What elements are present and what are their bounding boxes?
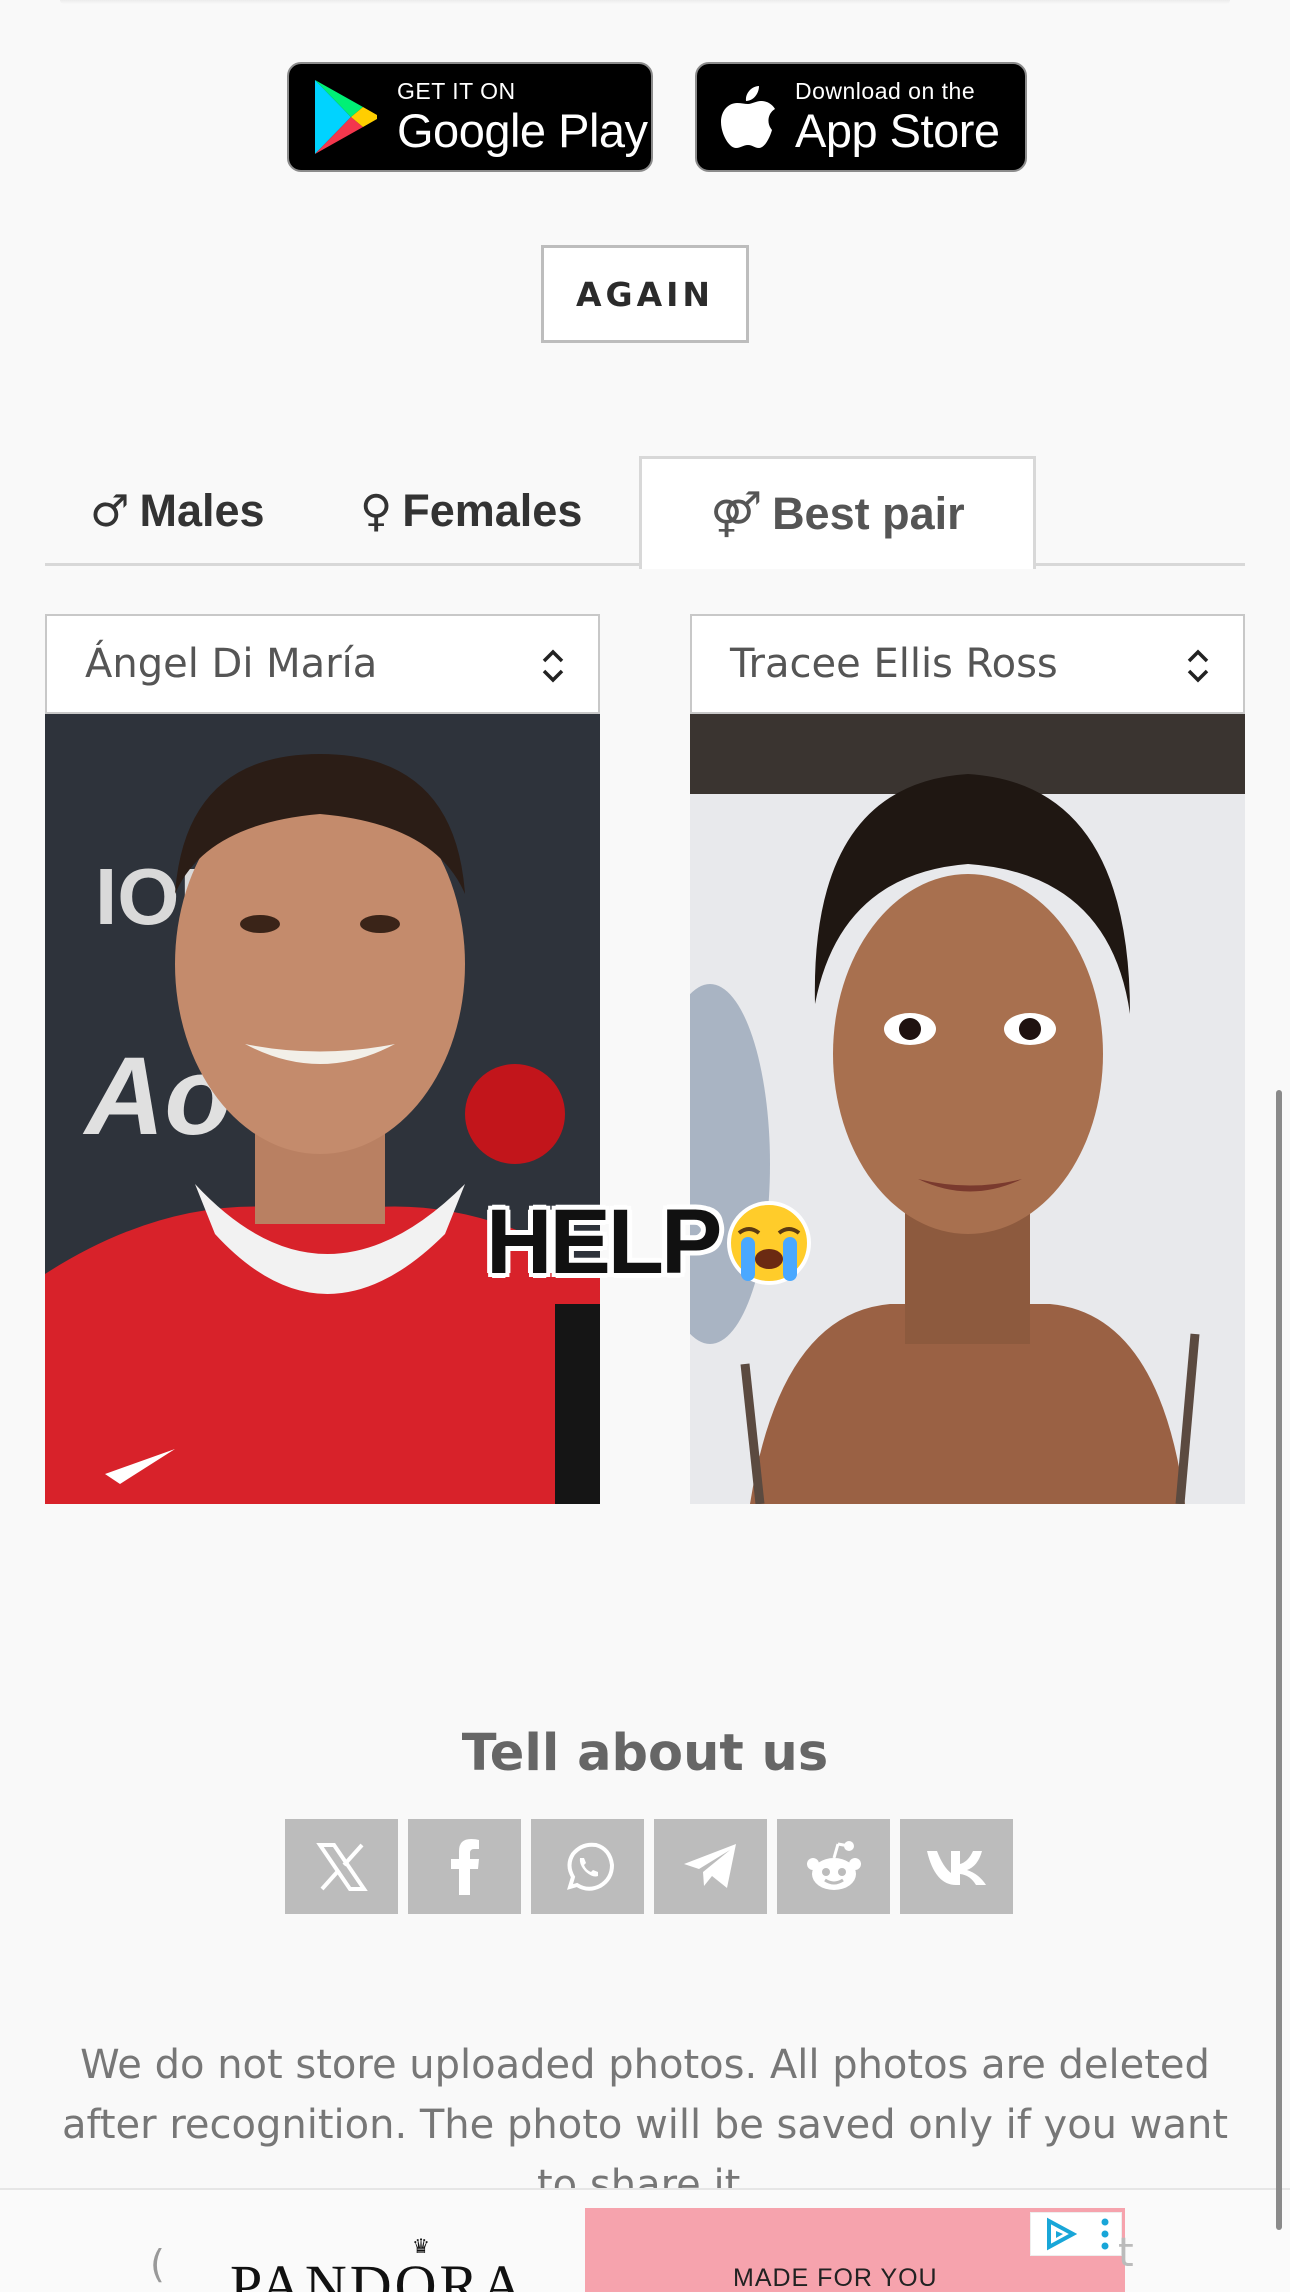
top-card-shadow — [60, 0, 1230, 4]
male-celebrity-select-value: Ángel Di María — [85, 641, 378, 687]
tab-best-pair[interactable]: ⚤ Best pair — [639, 456, 1036, 569]
share-reddit-button[interactable] — [777, 1819, 890, 1914]
telegram-icon — [683, 1843, 736, 1888]
facebook-icon — [450, 1838, 479, 1895]
tab-best-pair-label: Best pair — [772, 488, 965, 539]
male-female-icon: ⚤ — [710, 488, 763, 540]
apple-icon — [721, 86, 775, 148]
gender-tabs: ♂ Males ♀ Females ⚤ Best pair — [45, 456, 1245, 569]
help-sticker: HELP — [486, 1190, 813, 1295]
ad-banner[interactable]: ( ♛ PANDORA MADE FOR YOU t — [0, 2188, 1290, 2292]
loudly-crying-face-icon — [727, 1200, 812, 1285]
share-facebook-button[interactable] — [408, 1819, 521, 1914]
google-play-big-text: Google Play — [397, 104, 648, 157]
female-celebrity-select[interactable]: Tracee Ellis Ross — [690, 614, 1245, 714]
google-play-button[interactable]: GET IT ON Google Play — [287, 62, 653, 172]
male-icon: ♂ — [90, 485, 130, 537]
ad-trailing-text: t — [1118, 2230, 1134, 2276]
select-arrows-icon — [542, 649, 564, 683]
ad-tagline: MADE FOR YOU — [733, 2264, 938, 2292]
ad-paren: ( — [150, 2242, 165, 2286]
ad-brand: PANDORA — [230, 2253, 527, 2292]
reddit-icon — [806, 1840, 861, 1890]
share-x-button[interactable] — [285, 1819, 398, 1914]
help-sticker-text: HELP — [486, 1191, 722, 1293]
adchoices-button[interactable] — [1030, 2212, 1122, 2256]
app-store-big-text: App Store — [795, 104, 1000, 157]
app-store-small-text: Download on the — [795, 78, 976, 104]
adchoices-icon — [1046, 2217, 1077, 2251]
scrollbar[interactable] — [1276, 1090, 1282, 2230]
female-celebrity-select-value: Tracee Ellis Ross — [730, 641, 1058, 687]
app-store-button[interactable]: Download on the App Store — [695, 62, 1027, 172]
again-button[interactable]: AGAIN — [541, 245, 749, 343]
share-buttons — [285, 1819, 1013, 1914]
select-arrows-icon — [1187, 649, 1209, 683]
google-play-small-text: GET IT ON — [397, 78, 516, 104]
male-celebrity-photo: ION Ao — [45, 714, 600, 1504]
google-play-icon — [315, 80, 377, 154]
male-celebrity-select[interactable]: Ángel Di María — [45, 614, 600, 714]
female-icon: ♀ — [360, 485, 393, 537]
vk-icon — [926, 1850, 986, 1885]
x-icon — [315, 1842, 368, 1891]
tab-females[interactable]: ♀ Females — [360, 456, 582, 566]
share-whatsapp-button[interactable] — [531, 1819, 644, 1914]
tab-males[interactable]: ♂ Males — [90, 456, 265, 566]
tab-males-label: Males — [139, 485, 265, 536]
female-celebrity-photo — [690, 714, 1245, 1504]
tab-females-label: Females — [402, 485, 583, 536]
share-vk-button[interactable] — [900, 1819, 1013, 1914]
whatsapp-icon — [566, 1842, 614, 1891]
share-telegram-button[interactable] — [654, 1819, 767, 1914]
more-vertical-icon — [1101, 2218, 1108, 2250]
share-title: Tell about us — [461, 1724, 829, 1783]
